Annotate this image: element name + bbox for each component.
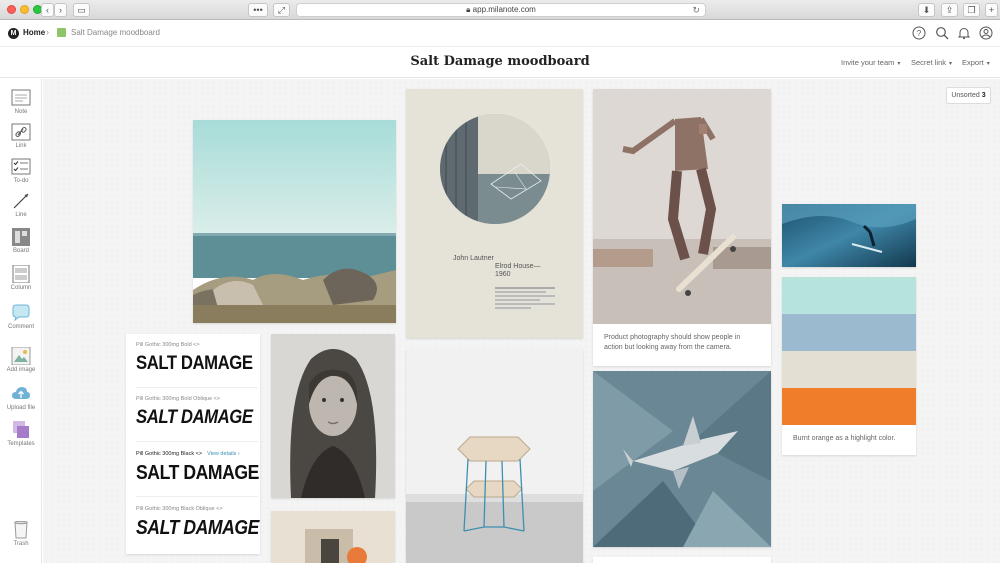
- invite-team-menu[interactable]: Invite your team ▾: [841, 58, 900, 67]
- color-swatch: [782, 314, 916, 351]
- code-icon[interactable]: <>: [196, 451, 202, 457]
- account-icon[interactable]: [979, 26, 993, 40]
- image-card-portrait[interactable]: [271, 334, 395, 498]
- image-card-origami-shark[interactable]: [593, 371, 771, 547]
- poster-fine-print: [495, 287, 555, 309]
- breadcrumb-separator: ›: [46, 27, 49, 37]
- close-window-button[interactable]: [7, 5, 16, 14]
- image-card-poster[interactable]: John Lautner Elrod House— 1960: [406, 89, 583, 338]
- back-icon[interactable]: ‹: [41, 3, 54, 17]
- chevron-down-icon: ▾: [986, 61, 990, 67]
- skater-caption[interactable]: Product photography should show people i…: [593, 324, 771, 362]
- app-header: M Home › Salt Damage moodboard ?: [0, 21, 1000, 47]
- column-icon: [12, 265, 30, 283]
- font-row: Pill Gothic 300mg Black Oblique <> SALT …: [136, 506, 259, 539]
- card-partial-bottom[interactable]: [593, 557, 771, 563]
- url-text: app.milanote.com: [472, 5, 536, 14]
- help-icon[interactable]: ?: [912, 26, 926, 40]
- todo-icon: [11, 158, 31, 175]
- board-title-bar: Salt Damage moodboard Invite your team ▾ …: [0, 48, 1000, 78]
- color-palette-card[interactable]: Burnt orange as a highlight color.: [782, 277, 916, 455]
- tool-comment[interactable]: Comment: [0, 304, 42, 330]
- comment-icon: [12, 304, 30, 322]
- browser-toolbar: ‹ › ▭ ••• ⤢ 🔒︎ app.milanote.com ↻ ⬇ ⇪ ❐ …: [0, 0, 1000, 20]
- note-icon: [11, 89, 31, 106]
- tool-link[interactable]: Link: [0, 123, 42, 149]
- color-swatch: [782, 351, 916, 388]
- fullscreen-icon[interactable]: ⤢: [273, 3, 290, 17]
- extensions-icon[interactable]: •••: [248, 3, 268, 17]
- image-card-skater[interactable]: Product photography should show people i…: [593, 89, 771, 366]
- board-canvas[interactable]: Unsorted 3 John Lautner Elrod House— 196…: [43, 79, 1000, 563]
- board-color-icon: [57, 28, 66, 37]
- tool-upload-file[interactable]: Upload file: [0, 385, 42, 411]
- tool-line[interactable]: Line: [0, 192, 42, 218]
- svg-text:?: ?: [917, 29, 922, 38]
- address-bar[interactable]: 🔒︎ app.milanote.com ↻: [296, 3, 706, 17]
- tool-templates[interactable]: Templates: [0, 421, 42, 447]
- palette-caption[interactable]: Burnt orange as a highlight color.: [782, 425, 916, 453]
- side-table-photo: [406, 349, 583, 563]
- color-swatch: [782, 388, 916, 425]
- lock-icon: 🔒︎: [466, 5, 471, 14]
- chevron-down-icon: ▾: [897, 61, 901, 67]
- code-icon[interactable]: <>: [216, 506, 222, 512]
- milanote-logo-icon[interactable]: M: [8, 28, 19, 39]
- font-row: Pill Gothic 300mg Black <> View details ›…: [136, 451, 259, 497]
- code-icon[interactable]: <>: [214, 396, 220, 402]
- skater-photo: [593, 89, 771, 324]
- portrait-photo: [271, 334, 395, 498]
- sidebar-toggle-icon[interactable]: ▭: [73, 3, 90, 17]
- image-card-seascape[interactable]: [193, 120, 396, 323]
- tool-column[interactable]: Column: [0, 265, 42, 291]
- templates-icon: [13, 421, 29, 438]
- collage-image: [271, 511, 395, 563]
- share-icon[interactable]: ⇪: [941, 3, 958, 17]
- font-specimen-card[interactable]: Pill Gothic 300mg Bold <> SALT DAMAGE Pi…: [126, 334, 260, 554]
- image-card-surf[interactable]: [782, 204, 916, 267]
- breadcrumb-home[interactable]: Home: [23, 28, 45, 37]
- code-icon[interactable]: <>: [193, 342, 199, 348]
- search-icon[interactable]: [935, 26, 949, 40]
- trash-icon: [14, 521, 28, 539]
- board-icon: [12, 228, 30, 246]
- origami-shark-photo: [593, 371, 771, 547]
- seascape-photo: [193, 120, 396, 323]
- image-card-side-table[interactable]: [406, 349, 583, 563]
- surf-photo: [782, 204, 916, 267]
- upload-cloud-icon: [12, 387, 30, 399]
- export-menu[interactable]: Export ▾: [962, 58, 990, 67]
- tool-note[interactable]: Note: [0, 89, 42, 115]
- new-tab-icon[interactable]: +: [985, 3, 998, 17]
- font-row: Pill Gothic 300mg Bold Oblique <> SALT D…: [136, 396, 258, 442]
- tool-sidebar: Note Link To-do Line Board Column Commen…: [0, 79, 42, 563]
- tool-board[interactable]: Board: [0, 228, 42, 254]
- image-card-collage[interactable]: [271, 511, 395, 563]
- notifications-bell-icon[interactable]: [957, 26, 971, 40]
- font-row: Pill Gothic 300mg Bold <> SALT DAMAGE: [136, 342, 258, 388]
- palette-swatches: [782, 277, 916, 425]
- color-swatch: [782, 277, 916, 314]
- breadcrumb-board[interactable]: Salt Damage moodboard: [71, 28, 160, 37]
- tabs-icon[interactable]: ❐: [963, 3, 980, 17]
- unsorted-button[interactable]: Unsorted 3: [946, 87, 991, 104]
- minimize-window-button[interactable]: [20, 5, 29, 14]
- link-icon: [11, 123, 31, 141]
- chevron-down-icon: ▾: [949, 61, 953, 67]
- downloads-icon[interactable]: ⬇: [918, 3, 935, 17]
- forward-icon[interactable]: ›: [54, 3, 67, 17]
- secret-link-menu[interactable]: Secret link ▾: [911, 58, 952, 67]
- reload-icon[interactable]: ↻: [692, 4, 700, 16]
- tool-todo[interactable]: To-do: [0, 158, 42, 184]
- tool-trash[interactable]: Trash: [0, 521, 42, 547]
- tool-add-image[interactable]: Add image: [0, 347, 42, 373]
- view-details-link[interactable]: View details ›: [207, 451, 240, 457]
- add-image-icon: [11, 347, 31, 365]
- line-icon: [13, 193, 29, 209]
